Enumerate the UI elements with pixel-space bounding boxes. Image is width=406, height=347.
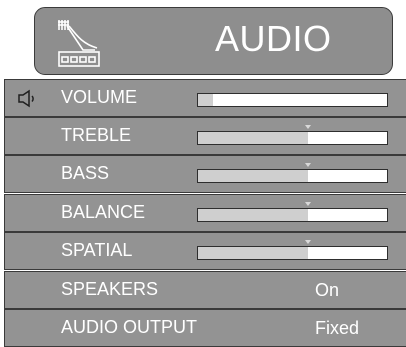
menu-row-treble[interactable]: TREBLE — [4, 117, 406, 155]
menu-row-volume[interactable]: VOLUME — [4, 79, 406, 117]
menu-row-spatial[interactable]: SPATIAL — [4, 232, 406, 270]
slider-fill — [198, 209, 308, 221]
row-label: VOLUME — [61, 87, 138, 107]
spatial-slider[interactable] — [197, 240, 388, 260]
row-label: BALANCE — [61, 202, 146, 222]
slider-fill — [198, 94, 214, 106]
speaker-icon — [18, 89, 34, 108]
row-label: BASS — [61, 163, 110, 183]
center-mark — [304, 240, 311, 244]
volume-slider[interactable] — [197, 93, 388, 107]
menu-row-speakers[interactable]: SPEAKERS On — [4, 271, 406, 309]
row-label: SPEAKERS — [61, 279, 159, 299]
row-value: On — [315, 280, 340, 300]
row-label: AUDIO OUTPUT — [61, 317, 198, 337]
row-label: SPATIAL — [61, 240, 133, 260]
menu-row-bass[interactable]: BASS — [4, 155, 406, 193]
center-mark — [304, 202, 311, 206]
page-title: AUDIO — [215, 18, 332, 59]
balance-slider[interactable] — [197, 202, 388, 222]
slider-fill — [198, 170, 308, 182]
treble-slider[interactable] — [197, 125, 388, 145]
menu-header: AUDIO — [34, 7, 393, 75]
bass-slider[interactable] — [197, 163, 388, 183]
row-value: Fixed — [315, 318, 360, 338]
center-mark — [304, 125, 311, 129]
slider-fill — [198, 247, 308, 259]
row-label: TREBLE — [61, 125, 132, 145]
menu-row-audio-output[interactable]: AUDIO OUTPUT Fixed — [4, 309, 406, 347]
menu-row-balance[interactable]: BALANCE — [4, 194, 406, 232]
center-mark — [304, 163, 311, 167]
gramophone-icon — [58, 20, 100, 67]
slider-fill — [198, 132, 308, 144]
